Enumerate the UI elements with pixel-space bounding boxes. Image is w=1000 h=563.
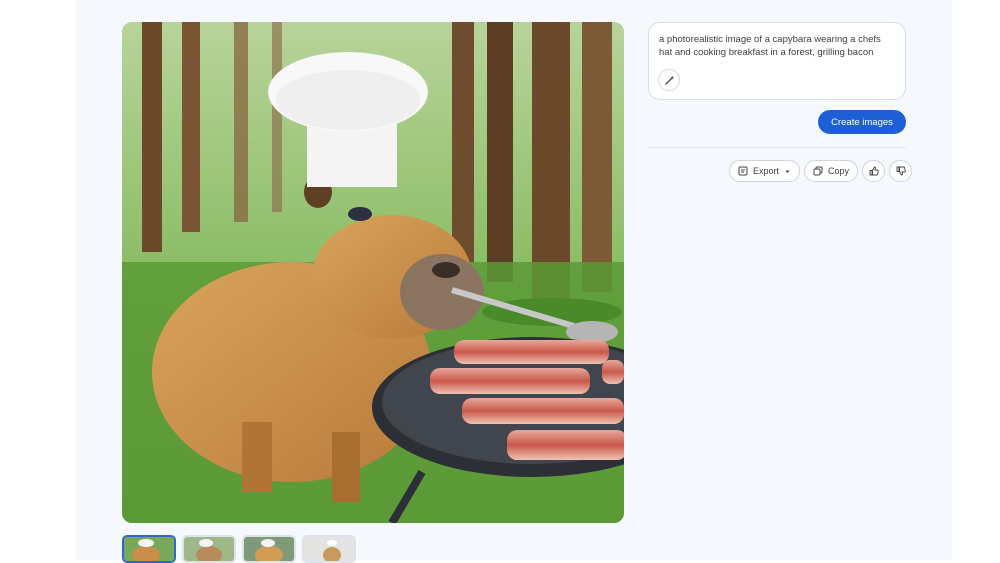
- prompt-text[interactable]: a photorealistic image of a capybara wea…: [659, 33, 895, 59]
- thumbs-down-button[interactable]: [889, 160, 913, 182]
- thumbs-up-button[interactable]: [862, 160, 886, 182]
- thumbnail-1[interactable]: [122, 535, 176, 563]
- copy-icon: [813, 166, 823, 176]
- chevron-down-icon: [785, 170, 790, 173]
- thumbs-up-icon: [869, 166, 879, 176]
- divider: [648, 147, 906, 148]
- copy-label: Copy: [828, 166, 850, 176]
- thumbs-down-icon: [896, 166, 906, 176]
- action-bar: Export Copy: [729, 160, 913, 182]
- thumbnail-2[interactable]: [182, 535, 236, 563]
- thumbnail-3[interactable]: [242, 535, 296, 563]
- thumbnail-strip: [122, 535, 356, 563]
- export-icon: [738, 166, 748, 176]
- generated-image[interactable]: [122, 22, 624, 523]
- magic-wand-button[interactable]: [658, 69, 680, 91]
- create-images-button[interactable]: Create images: [818, 110, 906, 134]
- export-button[interactable]: Export: [729, 160, 801, 182]
- export-label: Export: [753, 166, 780, 176]
- thumbnail-4[interactable]: [302, 535, 356, 563]
- copy-button[interactable]: Copy: [804, 160, 859, 182]
- capybara-chef-illustration: [122, 22, 624, 523]
- wand-icon: [664, 75, 674, 85]
- prompt-card[interactable]: a photorealistic image of a capybara wea…: [648, 22, 906, 100]
